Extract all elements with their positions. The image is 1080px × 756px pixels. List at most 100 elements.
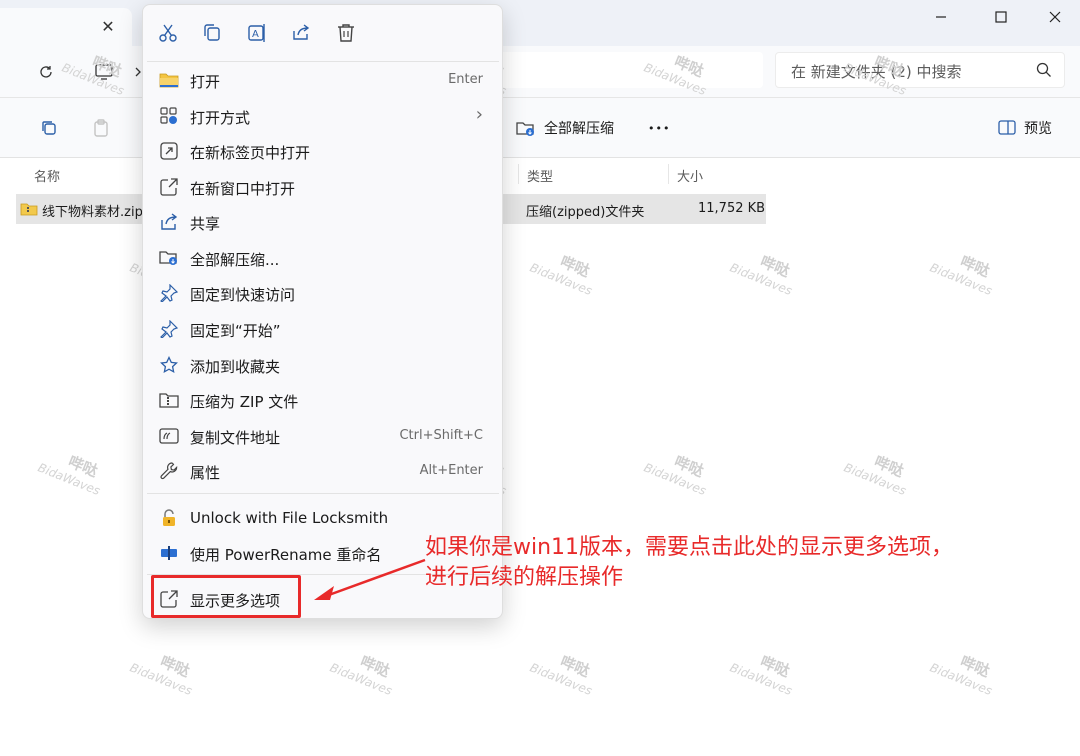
- copy-icon: [42, 121, 56, 135]
- open-with-icon: [159, 106, 179, 126]
- annotation-line-2: 进行后续的解压操作: [425, 565, 624, 590]
- menu-item-open-new-window[interactable]: 在新窗口中打开: [147, 170, 499, 204]
- address-bar[interactable]: [497, 52, 763, 88]
- refresh-icon: [40, 66, 52, 78]
- column-separator[interactable]: [668, 164, 669, 184]
- share-command[interactable]: [0, 113, 8, 143]
- trash-icon: [338, 24, 354, 42]
- wrench-icon: [159, 461, 179, 481]
- menu-item-open[interactable]: 打开 Enter: [147, 63, 499, 97]
- extract-all-command[interactable]: 全部解压缩: [516, 113, 614, 143]
- search-input[interactable]: 在 新建文件夹 (2) 中搜索: [775, 52, 1065, 88]
- menu-item-shortcut: Enter: [448, 72, 483, 87]
- column-size[interactable]: 大小: [677, 166, 703, 185]
- menu-item-label: 全部解压缩...: [190, 251, 280, 269]
- close-icon: [1049, 11, 1061, 23]
- column-separator[interactable]: [518, 164, 519, 184]
- menu-item-pin-start[interactable]: 固定到“开始”: [147, 312, 499, 346]
- svg-text:A: A: [252, 29, 259, 40]
- copy-path-icon: [159, 426, 179, 446]
- share-button[interactable]: [289, 21, 313, 45]
- menu-item-label: 复制文件地址: [190, 429, 281, 447]
- menu-item-shortcut: Ctrl+Shift+C: [399, 428, 483, 443]
- paste-command[interactable]: [92, 113, 110, 143]
- pin-icon: [159, 283, 179, 303]
- new-window-icon: [159, 177, 179, 197]
- star-icon: [159, 355, 179, 375]
- explorer-tab[interactable]: ✕: [0, 8, 132, 46]
- menu-item-compress-zip[interactable]: 压缩为 ZIP 文件: [147, 383, 499, 417]
- search-placeholder: 在 新建文件夹 (2) 中搜索: [791, 63, 962, 81]
- share-icon: [159, 212, 179, 232]
- tab-close-icon[interactable]: ✕: [98, 17, 118, 37]
- context-menu: A 打开 Enter 打开方式 › 在新标签页中打开 在新窗口中打开 共享 全部…: [142, 4, 503, 619]
- copy-command[interactable]: [40, 113, 58, 143]
- menu-item-add-favorites[interactable]: 添加到收藏夹: [147, 348, 499, 382]
- extract-all-label: 全部解压缩: [544, 121, 614, 137]
- menu-item-label: Unlock with File Locksmith: [190, 509, 389, 527]
- zip-folder-icon: [20, 203, 38, 216]
- maximize-button[interactable]: [978, 6, 1024, 28]
- extract-icon: [159, 248, 179, 268]
- menu-item-copy-path[interactable]: 复制文件地址 Ctrl+Shift+C: [147, 419, 499, 453]
- menu-item-open-new-tab[interactable]: 在新标签页中打开: [147, 134, 499, 168]
- menu-item-label: 压缩为 ZIP 文件: [190, 393, 299, 411]
- column-name[interactable]: 名称: [34, 166, 60, 185]
- new-tab-icon: [159, 141, 179, 161]
- delete-button[interactable]: [334, 21, 358, 45]
- annotation-text: 如果你是win11版本，需要点击此处的显示更多选项， 进行后续的解压操作: [425, 533, 995, 593]
- menu-item-share[interactable]: 共享: [147, 205, 499, 239]
- chevron-right-icon: ›: [475, 104, 483, 125]
- file-name: 线下物料素材.zip: [42, 205, 143, 220]
- menu-item-label: 添加到收藏夹: [190, 358, 281, 376]
- close-button[interactable]: [1032, 6, 1078, 28]
- preview-pane-icon: [998, 120, 1016, 135]
- refresh-button[interactable]: [34, 60, 58, 84]
- search-icon: [1036, 62, 1051, 77]
- quick-actions-row: A: [143, 5, 504, 61]
- minimize-button[interactable]: [918, 6, 964, 28]
- menu-item-file-locksmith[interactable]: Unlock with File Locksmith: [147, 501, 499, 535]
- cut-button[interactable]: [156, 21, 180, 45]
- share-partial-icon: [0, 120, 8, 136]
- menu-item-label: 打开方式: [190, 109, 251, 127]
- menu-item-label: 在新窗口中打开: [190, 180, 296, 198]
- preview-button[interactable]: 预览: [998, 113, 1052, 143]
- paste-icon: [94, 119, 108, 137]
- monitor-icon: [95, 64, 113, 80]
- menu-item-label: 打开: [190, 73, 221, 91]
- annotation-arrow-icon: [314, 558, 426, 600]
- share-icon: [293, 24, 310, 40]
- menu-item-pin-quick-access[interactable]: 固定到快速访问: [147, 276, 499, 310]
- menu-item-label: 共享: [190, 215, 221, 233]
- menu-item-label: 固定到“开始”: [190, 322, 281, 340]
- copy-button[interactable]: [200, 21, 224, 45]
- menu-item-label: 在新标签页中打开: [190, 144, 311, 162]
- pin-start-icon: [159, 319, 179, 339]
- computer-button[interactable]: [92, 60, 116, 84]
- menu-item-extract-all[interactable]: 全部解压缩...: [147, 241, 499, 275]
- file-size: 11,752 KB: [698, 201, 766, 216]
- menu-item-label: 属性: [190, 464, 221, 482]
- menu-divider: [147, 61, 499, 62]
- menu-item-open-with[interactable]: 打开方式 ›: [147, 99, 499, 133]
- menu-item-label: 固定到快速访问: [190, 286, 296, 304]
- rename-icon: A: [248, 24, 265, 42]
- extract-icon: [516, 122, 534, 136]
- more-options-button[interactable]: •••: [648, 113, 670, 143]
- more-icon: •••: [648, 121, 671, 135]
- highlight-box: [151, 575, 301, 618]
- rename-button[interactable]: A: [245, 21, 269, 45]
- scissors-icon: [159, 24, 177, 42]
- file-type: 压缩(zipped)文件夹: [526, 205, 645, 220]
- menu-item-shortcut: Alt+Enter: [419, 463, 483, 478]
- column-type[interactable]: 类型: [527, 166, 553, 185]
- power-rename-icon: [159, 543, 179, 563]
- minimize-icon: [936, 16, 946, 18]
- zip-icon: [159, 390, 179, 410]
- maximize-icon: [995, 11, 1007, 23]
- menu-item-properties[interactable]: 属性 Alt+Enter: [147, 454, 499, 488]
- annotation-line-1: 如果你是win11版本，需要点击此处的显示更多选项，: [425, 535, 954, 560]
- menu-divider: [147, 493, 499, 494]
- lock-icon: [159, 508, 179, 528]
